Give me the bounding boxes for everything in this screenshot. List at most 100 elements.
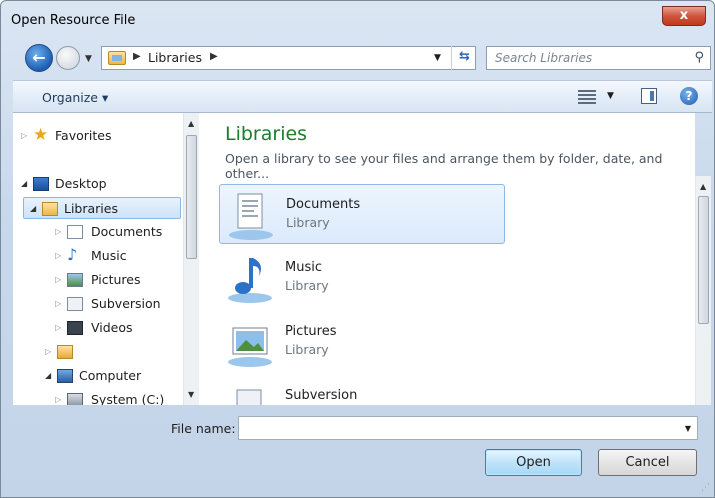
videos-icon <box>67 321 83 335</box>
back-arrow-icon: ← <box>32 48 46 67</box>
tree-item-system-drive[interactable]: ▷ System (C:) <box>55 389 195 405</box>
tree-item-user-folder[interactable]: ▷ <box>45 341 185 363</box>
expand-icon[interactable]: ▷ <box>55 293 61 315</box>
open-button[interactable]: Open <box>485 449 582 476</box>
scrollbar-thumb[interactable] <box>186 135 197 259</box>
star-icon: ★ <box>33 125 49 145</box>
tree-item-subversion[interactable]: ▷ Subversion <box>55 293 195 315</box>
library-name: Documents <box>286 197 361 212</box>
change-view-icon[interactable] <box>578 88 596 104</box>
pictures-icon <box>67 273 83 287</box>
tree-label: Desktop <box>55 176 107 191</box>
tree-item-favorites[interactable]: ▷ ★ Favorites <box>21 125 191 147</box>
organize-label: Organize <box>42 90 98 105</box>
library-type: Library <box>285 342 329 357</box>
search-placeholder: Search Libraries <box>495 51 593 65</box>
tree-label: Favorites <box>55 128 112 143</box>
content-scrollbar[interactable]: ▲ <box>695 176 711 405</box>
library-name: Pictures <box>285 324 337 339</box>
page-title: Libraries <box>225 123 308 145</box>
tree-item-music[interactable]: ▷ ♪ Music <box>55 245 195 267</box>
breadcrumb-libraries[interactable]: Libraries <box>148 50 202 65</box>
collapse-icon[interactable]: ◢ <box>45 365 51 387</box>
recent-locations-dropdown[interactable]: ▼ <box>85 54 92 64</box>
library-type: Library <box>285 278 329 293</box>
scroll-up-icon[interactable]: ▲ <box>188 119 194 128</box>
chevron-right-icon[interactable]: ▶ <box>133 51 141 62</box>
collapse-icon[interactable]: ◢ <box>30 198 36 220</box>
address-dropdown-icon[interactable]: ▼ <box>434 53 441 63</box>
help-icon[interactable]: ? <box>680 87 698 105</box>
subversion-icon <box>67 297 83 311</box>
computer-icon <box>57 369 73 383</box>
tree-item-desktop[interactable]: ◢ Desktop <box>21 173 191 195</box>
desktop-icon <box>33 177 49 191</box>
documents-icon <box>67 225 83 239</box>
file-name-label: File name: <box>171 421 236 436</box>
resize-grip-icon[interactable]: ⋰ <box>701 483 710 493</box>
libraries-icon <box>42 202 58 216</box>
library-name: Subversion <box>285 388 358 403</box>
library-description: Open a library to see your files and arr… <box>225 151 663 181</box>
libraries-folder-icon <box>108 51 126 65</box>
command-bar: Organize ▾ ▼ ? <box>13 80 712 113</box>
tree-label: Subversion <box>91 296 161 311</box>
library-item-documents[interactable]: Documents Library <box>219 184 505 244</box>
scroll-down-icon[interactable]: ▼ <box>188 390 194 399</box>
tree-label: Documents <box>91 224 163 239</box>
tree-item-videos[interactable]: ▷ Videos <box>55 317 195 339</box>
tree-label: Videos <box>91 320 133 335</box>
tree-label: Libraries <box>64 201 118 216</box>
cancel-button[interactable]: Cancel <box>598 449 697 476</box>
user-folder-icon <box>57 345 73 359</box>
back-button[interactable]: ← <box>25 44 53 72</box>
music-library-icon <box>228 258 272 303</box>
subversion-library-icon <box>236 389 262 405</box>
refresh-button[interactable]: ⇆ <box>451 46 477 70</box>
expand-icon[interactable]: ▷ <box>21 125 27 147</box>
file-list: Libraries Open a library to see your fil… <box>199 113 695 405</box>
tree-item-pictures[interactable]: ▷ Pictures <box>55 269 195 291</box>
scrollbar-thumb[interactable] <box>698 196 709 324</box>
organize-button[interactable]: Organize ▾ <box>42 90 108 105</box>
preview-pane-icon[interactable] <box>641 88 657 104</box>
expand-icon[interactable]: ▷ <box>55 389 61 405</box>
file-name-field[interactable]: ▼ <box>238 416 698 440</box>
pictures-library-icon <box>228 327 272 367</box>
refresh-icon: ⇆ <box>459 49 470 64</box>
library-item-subversion[interactable]: Subversion <box>219 376 505 405</box>
file-name-input[interactable] <box>243 418 677 440</box>
library-item-music[interactable]: Music Library <box>219 248 505 308</box>
tree-item-documents[interactable]: ▷ Documents <box>55 221 195 243</box>
chevron-right-icon[interactable]: ▶ <box>210 51 218 62</box>
close-button[interactable]: x <box>662 6 706 26</box>
search-box[interactable]: Search Libraries ⚲ <box>486 46 711 70</box>
tree-label: Computer <box>79 368 142 383</box>
expand-icon[interactable]: ▷ <box>55 269 61 291</box>
search-icon[interactable]: ⚲ <box>694 50 704 65</box>
tree-label: Music <box>91 248 127 263</box>
tree-label: Pictures <box>91 272 141 287</box>
view-dropdown-icon[interactable]: ▼ <box>607 91 614 101</box>
window-title: Open Resource File <box>11 13 136 28</box>
navigation-pane: ▷ ★ Favorites ◢ Desktop ◢ Libraries ▷ Do… <box>13 113 199 405</box>
file-name-dropdown-icon[interactable]: ▼ <box>685 424 691 433</box>
tree-item-computer[interactable]: ◢ Computer <box>45 365 195 387</box>
documents-library-icon <box>229 193 273 240</box>
address-bar[interactable]: ▶ Libraries ▶ ▼ <box>101 46 476 70</box>
expand-icon[interactable]: ▷ <box>55 317 61 339</box>
collapse-icon[interactable]: ◢ <box>21 173 27 195</box>
tree-item-libraries[interactable]: ◢ Libraries <box>23 197 181 219</box>
scroll-up-icon[interactable]: ▲ <box>700 182 706 191</box>
forward-button[interactable] <box>56 46 80 70</box>
library-type: Library <box>286 215 330 230</box>
library-name: Music <box>285 260 322 275</box>
expand-icon[interactable]: ▷ <box>55 245 61 267</box>
drive-icon <box>67 393 83 405</box>
expand-icon[interactable]: ▷ <box>45 341 51 363</box>
library-item-pictures[interactable]: Pictures Library <box>219 312 505 372</box>
open-file-dialog: Open Resource File x ← ▼ ▶ Libraries ▶ ▼… <box>0 0 715 498</box>
music-icon: ♪ <box>67 245 78 264</box>
expand-icon[interactable]: ▷ <box>55 221 61 243</box>
navigation-scrollbar[interactable]: ▲ ▼ <box>183 113 199 405</box>
